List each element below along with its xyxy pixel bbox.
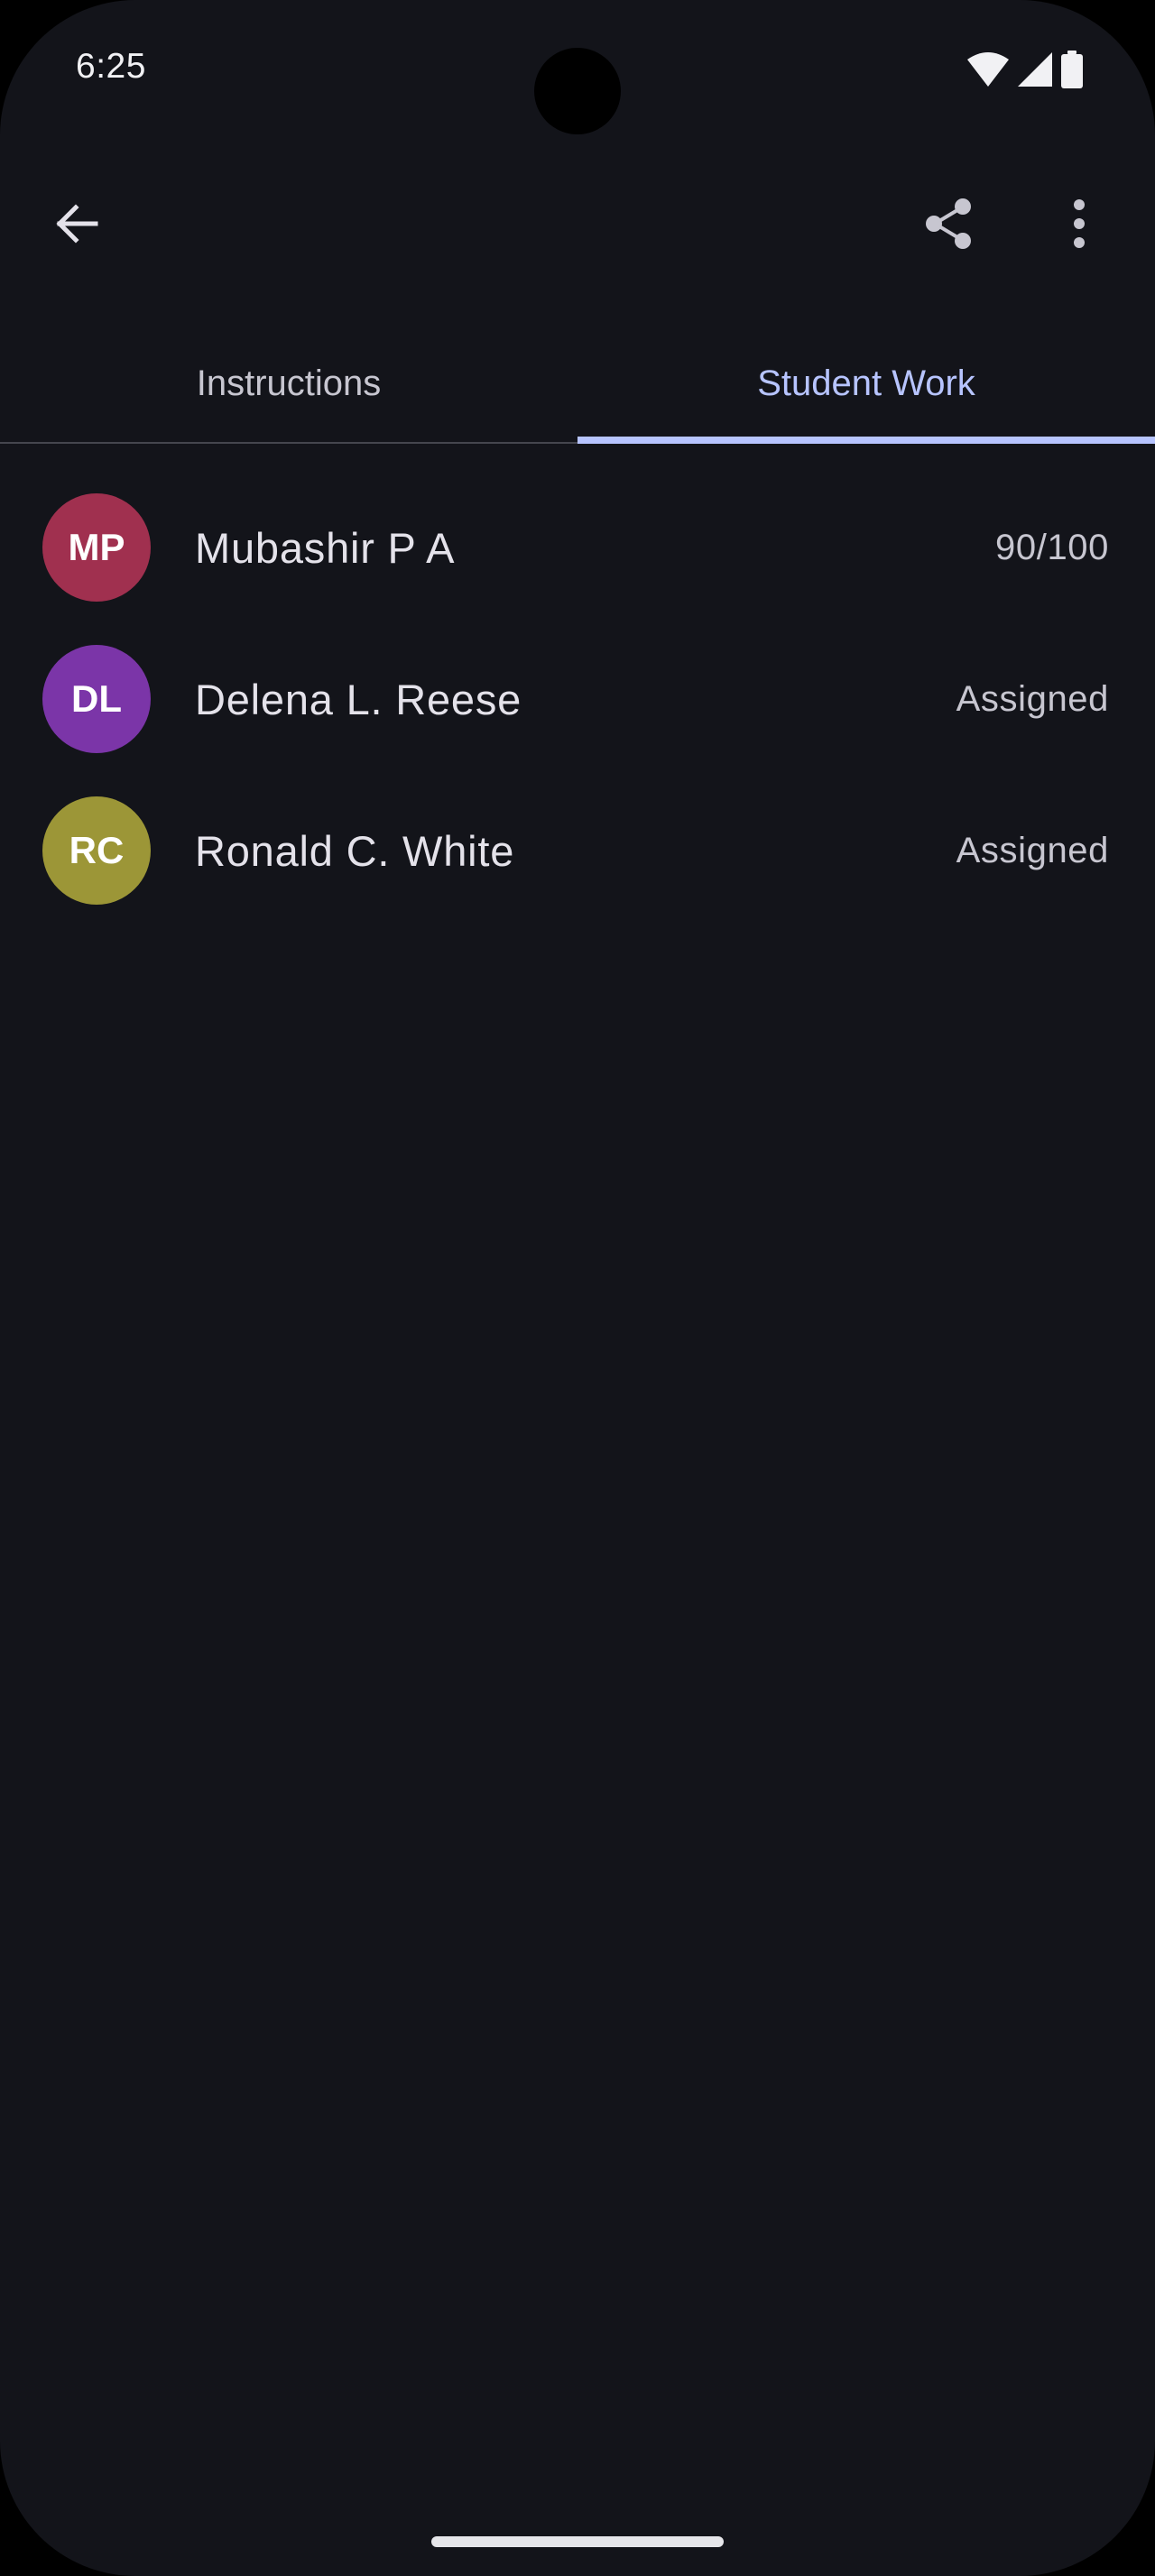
student-list: MP Mubashir P A 90/100 DL Delena L. Rees… [0,472,1155,926]
battery-icon [1061,51,1083,88]
wifi-icon [967,52,1009,87]
student-row[interactable]: MP Mubashir P A 90/100 [0,472,1155,623]
avatar: MP [42,493,151,602]
more-vert-icon [1070,198,1088,253]
arrow-left-icon [52,200,99,252]
tab-instructions-label: Instructions [196,363,382,403]
student-row[interactable]: DL Delena L. Reese Assigned [0,623,1155,775]
tab-instructions[interactable]: Instructions [0,325,578,442]
tab-student-work-label: Student Work [757,363,975,403]
tab-bar: Instructions Student Work [0,325,1155,444]
share-button[interactable] [906,182,993,269]
status-time: 6:25 [76,47,146,86]
avatar: RC [42,796,151,905]
status-icons [967,51,1083,88]
back-button[interactable] [32,182,119,269]
avatar: DL [42,645,151,753]
student-grade: 90/100 [995,527,1109,567]
more-options-button[interactable] [1036,182,1123,269]
gesture-navigation-bar[interactable] [431,2536,724,2547]
camera-cutout [534,48,621,134]
student-name: Mubashir P A [195,523,456,572]
status-bar: 6:25 [0,0,1155,135]
app-bar [0,171,1155,280]
student-name: Ronald C. White [195,826,515,875]
active-tab-indicator [578,437,1155,444]
share-icon [922,197,976,255]
screen: 6:25 Instructions Student Work MP Mubash… [0,0,1155,2576]
student-row[interactable]: RC Ronald C. White Assigned [0,775,1155,926]
student-status: Assigned [956,678,1109,719]
tab-student-work[interactable]: Student Work [578,325,1155,444]
signal-icon [1018,52,1052,87]
student-status: Assigned [956,830,1109,870]
student-name: Delena L. Reese [195,675,522,723]
